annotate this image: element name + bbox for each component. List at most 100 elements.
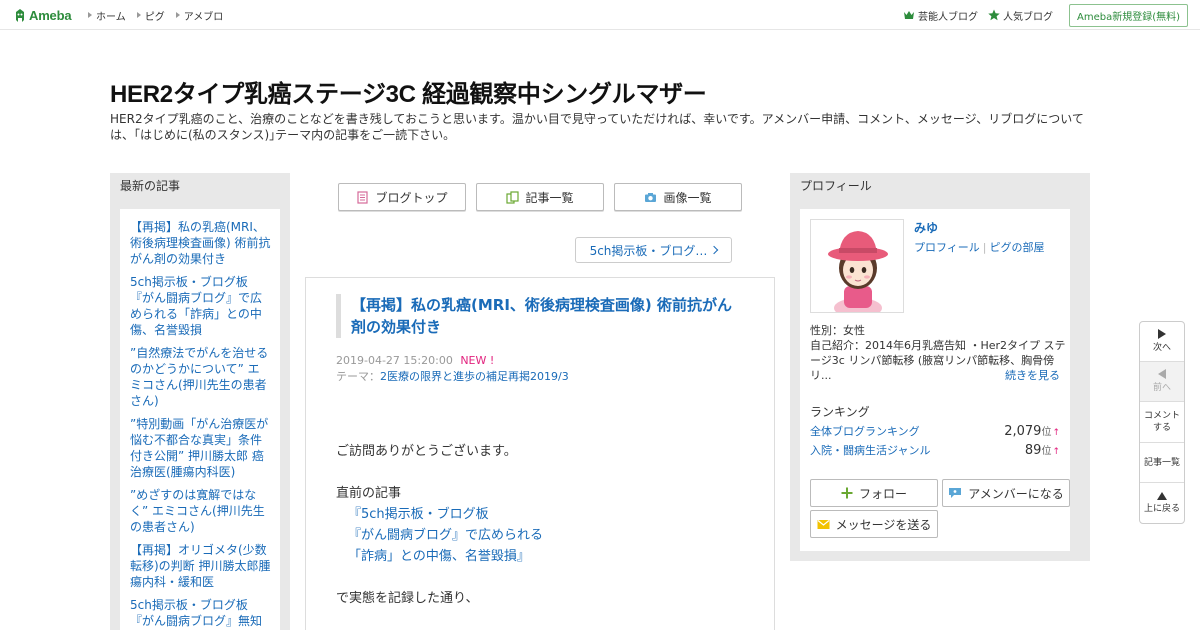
nav-label: ホーム bbox=[96, 11, 126, 23]
ranking-name[interactable]: 全体ブログランキング bbox=[810, 423, 920, 439]
avatar[interactable] bbox=[810, 219, 904, 313]
recent-article-item[interactable]: ”自然療法でがんを治せるのかどうかについて” エミコさん(押川先生の患者さん) bbox=[130, 345, 271, 409]
ranking-row: 全体ブログランキング 2,079位↑ bbox=[810, 423, 1060, 439]
ranking-row: 入院・闘病生活ジャンル 89位↑ bbox=[810, 442, 1060, 458]
follow-button[interactable]: フォロー bbox=[810, 479, 938, 507]
send-message-label: メッセージを送る bbox=[835, 517, 932, 532]
next-button[interactable]: 次へ bbox=[1140, 322, 1184, 362]
prev-label: 前へ bbox=[1152, 383, 1171, 393]
previous-article-label: 直前の記事 bbox=[336, 486, 402, 501]
article-list-label: 記事一覧 bbox=[1143, 457, 1180, 468]
amember-button[interactable]: アメンバーになる bbox=[942, 479, 1070, 507]
tab-label: ブログトップ bbox=[375, 190, 448, 205]
chevron-right-icon bbox=[710, 245, 719, 255]
profile-gender: 性別：女性 bbox=[810, 324, 865, 337]
crown-icon bbox=[903, 11, 914, 19]
ranking-value: 89 bbox=[1024, 443, 1042, 458]
article-list-button[interactable]: 記事一覧 bbox=[1140, 443, 1184, 483]
back-to-top-label: 上に戻る bbox=[1143, 503, 1180, 514]
blog-tabs: ブログトップ 記事一覧 画像一覧 bbox=[338, 183, 742, 211]
copy-icon bbox=[506, 190, 520, 204]
ranking-value-box: 89位↑ bbox=[1025, 442, 1060, 458]
recent-articles-list-box: 【再掲】私の乳癌(MRI、術後病理検査画像) 術前抗がん剤の効果付き 5ch掲示… bbox=[120, 209, 280, 630]
comment-button[interactable]: コメント する bbox=[1140, 402, 1184, 443]
recent-articles-heading: 最新の記事 bbox=[120, 179, 181, 193]
recent-article-item[interactable]: 5ch掲示板・ブログ板『がん闘病ブログ』無知ゆ bbox=[130, 597, 271, 630]
next-article-label: 5ch掲示板・ブログ… bbox=[589, 243, 708, 258]
ranking-heading: ランキング bbox=[810, 405, 870, 419]
ranking-unit: 位 bbox=[1041, 446, 1052, 457]
recent-article-item[interactable]: ”めざすのは寛解ではなく” エミコさん(押川先生の患者さん) bbox=[130, 487, 271, 535]
nav-label: アメブロ bbox=[183, 11, 224, 23]
back-to-top-button[interactable]: 上に戻る bbox=[1140, 483, 1184, 523]
profile-name[interactable]: みゆ bbox=[914, 219, 938, 236]
article-body: ご訪問ありがとうございます。 直前の記事 『5ch掲示板・ブログ板 『がん闘病ブ… bbox=[336, 441, 756, 609]
popular-blog-link[interactable]: 人気ブログ bbox=[988, 8, 1053, 23]
theme-prefix: テーマ： bbox=[336, 370, 380, 383]
new-badge: NEW ! bbox=[460, 354, 495, 367]
arrow-right-icon bbox=[175, 12, 180, 18]
article: 【再掲】私の乳癌(MRI、術後病理検査画像) 術前抗がん剤の効果付き 2019-… bbox=[305, 277, 775, 630]
recent-article-item[interactable]: 【再掲】オリゴメタ(少数転移)の判断 押川勝太郎腫瘍内科・緩和医 bbox=[130, 542, 271, 590]
star-icon bbox=[988, 9, 1000, 21]
ranking-name[interactable]: 入院・闘病生活ジャンル bbox=[810, 442, 930, 458]
recent-article-item[interactable]: 5ch掲示板・ブログ板『がん闘病ブログ』で広められる「詐病」との中傷、名誉毀損 bbox=[130, 274, 271, 338]
popular-blog-label: 人気ブログ bbox=[1002, 11, 1053, 23]
read-more-link[interactable]: 続きを見る bbox=[1005, 367, 1060, 383]
previous-article-link[interactable]: 『5ch掲示板・ブログ板 bbox=[336, 504, 756, 525]
article-date: 2019-04-27 15:20:00 bbox=[336, 354, 453, 367]
tab-article-list[interactable]: 記事一覧 bbox=[476, 183, 604, 211]
arrow-up-icon bbox=[1157, 491, 1167, 500]
next-article-link[interactable]: 5ch掲示板・ブログ… bbox=[575, 237, 732, 263]
ranking-value: 2,079 bbox=[1004, 424, 1042, 439]
trend-up-icon: ↑ bbox=[1052, 428, 1060, 438]
recent-article-item[interactable]: ”特別動画「がん治療医が悩む不都合な真実」条件付き公開” 押川勝太郎 癌治療医(… bbox=[130, 416, 271, 480]
global-header: Ameba ホーム ピグ アメブロ 芸能人ブログ 人気ブログ Ameba新規登録… bbox=[0, 0, 1200, 30]
follow-label: フォロー bbox=[858, 486, 907, 501]
plus-icon bbox=[841, 487, 853, 499]
pigg-room-link[interactable]: ピグの部屋 bbox=[990, 241, 1045, 254]
amember-label: アメンバーになる bbox=[968, 486, 1064, 501]
profile-box: みゆ プロフィール | ピグの部屋 性別：女性 自己紹介：2014年6月乳癌告知 ・… bbox=[800, 209, 1070, 551]
recent-article-item[interactable]: 【再掲】私の乳癌(MRI、術後病理検査画像) 術前抗がん剤の効果付き bbox=[130, 219, 271, 267]
tab-blog-top[interactable]: ブログトップ bbox=[338, 183, 466, 211]
arrow-right-icon bbox=[136, 12, 141, 18]
nav-label: ピグ bbox=[144, 11, 165, 23]
profile-panel: プロフィール みゆ プロフィール | ピグの部屋 性別：女性 自己紹介：2014… bbox=[790, 173, 1090, 561]
nav-ameblo[interactable]: アメブロ bbox=[175, 8, 224, 23]
nav-home[interactable]: ホーム bbox=[88, 8, 126, 23]
blog-description: HER2タイプ乳癌のこと、治療のことなどを書き残しておこうと思います。温かい目で… bbox=[110, 112, 1084, 142]
document-icon bbox=[357, 190, 369, 204]
mail-icon bbox=[817, 519, 830, 529]
tab-label: 記事一覧 bbox=[525, 190, 574, 205]
play-right-icon bbox=[1158, 329, 1166, 339]
nav-pigg[interactable]: ピグ bbox=[136, 8, 165, 23]
header-right: 芸能人ブログ 人気ブログ Ameba新規登録(無料) bbox=[903, 3, 1188, 27]
camera-icon bbox=[645, 192, 657, 202]
tab-label: 画像一覧 bbox=[663, 190, 712, 205]
tab-image-list[interactable]: 画像一覧 bbox=[614, 183, 742, 211]
register-button[interactable]: Ameba新規登録(無料) bbox=[1068, 3, 1188, 27]
trend-up-icon: ↑ bbox=[1052, 447, 1060, 457]
floating-nav: 次へ 前へ コメント する 記事一覧 上に戻る bbox=[1139, 321, 1185, 524]
prev-button[interactable]: 前へ bbox=[1140, 362, 1184, 402]
article-theme-link[interactable]: 2医療の限界と進歩の補足再掲2019/3 bbox=[380, 370, 569, 383]
article-greeting: ご訪問ありがとうございます。 bbox=[336, 444, 517, 459]
send-message-button[interactable]: メッセージを送る bbox=[810, 510, 938, 538]
speech-bubble-icon bbox=[949, 488, 962, 498]
comment-label: コメント bbox=[1143, 411, 1180, 421]
logo-text: Ameba bbox=[29, 8, 72, 23]
avatar-illustration bbox=[811, 220, 903, 312]
global-nav: ホーム ピグ アメブロ bbox=[88, 0, 223, 30]
ameba-logo[interactable]: Ameba bbox=[14, 7, 72, 24]
ranking-unit: 位 bbox=[1041, 427, 1052, 438]
comment-label: する bbox=[1152, 423, 1171, 433]
previous-article-link[interactable]: 「詐病」との中傷、名誉毀損』 bbox=[336, 546, 756, 567]
ameba-logo-icon bbox=[16, 9, 24, 22]
previous-article-link[interactable]: 『がん闘病ブログ』で広められる bbox=[336, 525, 756, 546]
profile-link[interactable]: プロフィール bbox=[914, 241, 980, 254]
article-title[interactable]: 【再掲】私の乳癌(MRI、術後病理検査画像) 術前抗がん剤の効果付き bbox=[336, 294, 741, 338]
blog-title[interactable]: HER2タイプ乳癌ステージ3C 経過観察中シングルマザー bbox=[110, 74, 1090, 109]
celebrity-blog-link[interactable]: 芸能人ブログ bbox=[903, 8, 978, 23]
profile-links: プロフィール | ピグの部屋 bbox=[914, 241, 1045, 254]
